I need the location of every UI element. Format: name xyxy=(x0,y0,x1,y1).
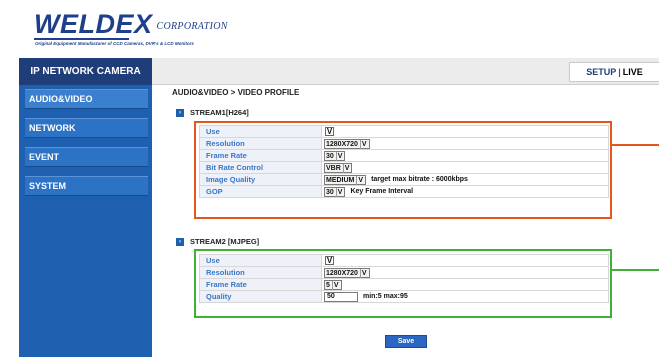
live-link[interactable]: LIVE xyxy=(623,67,643,77)
stream1-bitrate-value: VBR xyxy=(326,164,341,172)
stream1-quality-label: Image Quality xyxy=(199,173,322,186)
table-row: Frame Rate 5V xyxy=(199,278,609,291)
stream2-framerate-value: 5 xyxy=(326,281,330,289)
stream1-title-text: STREAM1[H264] xyxy=(190,108,249,117)
sidebar-item-audio-video[interactable]: AUDIO&VIDEO xyxy=(25,89,148,109)
table-row: Resolution 1280X720 V xyxy=(199,137,609,150)
dropdown-caret-icon: V xyxy=(335,187,343,197)
stream2-quality-note: min:5 max:95 xyxy=(363,293,408,301)
stream2-use-checkbox[interactable]: V xyxy=(325,256,334,266)
arrow-right-icon: › xyxy=(176,108,184,117)
dropdown-caret-icon: V xyxy=(359,268,367,278)
stream2-title-text: STREAM2 [MJPEG] xyxy=(190,237,260,246)
stream1-bitrate-select[interactable]: VBR V xyxy=(324,162,353,173)
sidebar-item-event[interactable]: EVENT xyxy=(25,147,148,167)
stream1-resolution-label: Resolution xyxy=(199,137,322,150)
brand-suffix: CORPORATION xyxy=(156,21,228,32)
stream1-framerate-label: Frame Rate xyxy=(199,149,322,162)
stream2-use-label: Use xyxy=(199,254,322,267)
stream2-resolution-select[interactable]: 1280X720 V xyxy=(324,267,370,278)
table-row: Image Quality MEDIUM Vtarget max bitrate … xyxy=(199,173,609,186)
stream1-framerate-select[interactable]: 30 V xyxy=(324,150,346,161)
stream1-gop-select[interactable]: 30 V xyxy=(324,186,346,197)
table-row: Use V xyxy=(199,254,609,267)
stream1-quality-cell: MEDIUM Vtarget max bitrate : 6000kbps xyxy=(321,173,609,186)
dropdown-caret-icon: V xyxy=(342,163,350,173)
stream2-resolution-label: Resolution xyxy=(199,266,322,279)
stream1-resolution-cell: 1280X720 V xyxy=(321,137,609,150)
dropdown-caret-icon: V xyxy=(335,151,343,161)
sidebar: AUDIO&VIDEO NETWORK EVENT SYSTEM xyxy=(19,85,152,357)
stream2-quality-cell: 50 min:5 max:95 xyxy=(321,290,609,303)
stream2-quality-label: Quality xyxy=(199,290,322,303)
stream2-quality-input[interactable]: 50 xyxy=(324,291,358,302)
stream1-table: Use V Resolution 1280X720 V Frame Rate 30… xyxy=(199,125,609,198)
stream2-framerate-cell: 5V xyxy=(321,278,609,291)
dropdown-caret-icon: V xyxy=(356,175,364,185)
stream1-use-label: Use xyxy=(199,125,322,138)
top-nav-bar: SETUP | LIVE xyxy=(152,58,659,85)
breadcrumb: AUDIO&VIDEO > VIDEO PROFILE xyxy=(172,88,300,97)
save-button[interactable]: Save xyxy=(385,335,427,348)
stream1-callout-line xyxy=(612,144,659,146)
stream2-resolution-value: 1280X720 xyxy=(326,269,358,277)
stream1-title: › STREAM1[H264] xyxy=(176,108,249,117)
sidebar-item-network[interactable]: NETWORK xyxy=(25,118,148,138)
stream1-bitrate-label: Bit Rate Control xyxy=(199,161,322,174)
mode-switch: SETUP | LIVE xyxy=(569,62,659,82)
table-row: Frame Rate 30 V xyxy=(199,149,609,162)
stream2-framerate-select[interactable]: 5V xyxy=(324,279,342,290)
arrow-right-icon: › xyxy=(176,237,184,246)
stream2-framerate-label: Frame Rate xyxy=(199,278,322,291)
product-title: IP NETWORK CAMERA xyxy=(19,58,152,85)
table-row: GOP 30 V Key Frame Interval xyxy=(199,185,609,198)
stream2-title: › STREAM2 [MJPEG] xyxy=(176,237,259,246)
stream2-callout-line xyxy=(612,269,659,271)
stream1-framerate-cell: 30 V xyxy=(321,149,609,162)
brand-name: WELDEX xyxy=(34,9,153,39)
header: WELDEX CORPORATION Original Equipment Man… xyxy=(0,0,659,58)
brand-tagline: Original Equipment Manufacturer of CCD C… xyxy=(35,41,194,46)
stream1-quality-value: MEDIUM xyxy=(326,176,355,184)
stream1-gop-cell: 30 V Key Frame Interval xyxy=(321,185,609,198)
stream1-resolution-value: 1280X720 xyxy=(326,140,358,148)
stream1-quality-note: target max bitrate : 6000kbps xyxy=(371,176,468,184)
stream2-table: Use V Resolution 1280X720 V Frame Rate 5V… xyxy=(199,254,609,303)
brand-logo: WELDEX CORPORATION Original Equipment Man… xyxy=(34,9,228,46)
stream1-use-cell: V xyxy=(321,125,609,138)
stream1-resolution-select[interactable]: 1280X720 V xyxy=(324,138,370,149)
setup-link[interactable]: SETUP xyxy=(586,67,616,77)
stream1-use-checkbox[interactable]: V xyxy=(325,127,334,137)
dropdown-caret-icon: V xyxy=(331,280,339,290)
sidebar-item-system[interactable]: SYSTEM xyxy=(25,176,148,196)
stream1-framerate-value: 30 xyxy=(326,152,334,160)
stream1-gop-label: GOP xyxy=(199,185,322,198)
dropdown-caret-icon: V xyxy=(359,139,367,149)
table-row: Quality 50 min:5 max:95 xyxy=(199,290,609,303)
table-row: Bit Rate Control VBR V xyxy=(199,161,609,174)
logo-underline xyxy=(34,38,129,40)
stream1-quality-select[interactable]: MEDIUM V xyxy=(324,174,367,185)
mode-separator: | xyxy=(618,67,621,77)
stream1-gop-note: Key Frame Interval xyxy=(350,188,414,196)
stream1-gop-value: 30 xyxy=(326,188,334,196)
table-row: Use V xyxy=(199,125,609,138)
stream2-use-cell: V xyxy=(321,254,609,267)
table-row: Resolution 1280X720 V xyxy=(199,266,609,279)
stream2-resolution-cell: 1280X720 V xyxy=(321,266,609,279)
stream1-bitrate-cell: VBR V xyxy=(321,161,609,174)
